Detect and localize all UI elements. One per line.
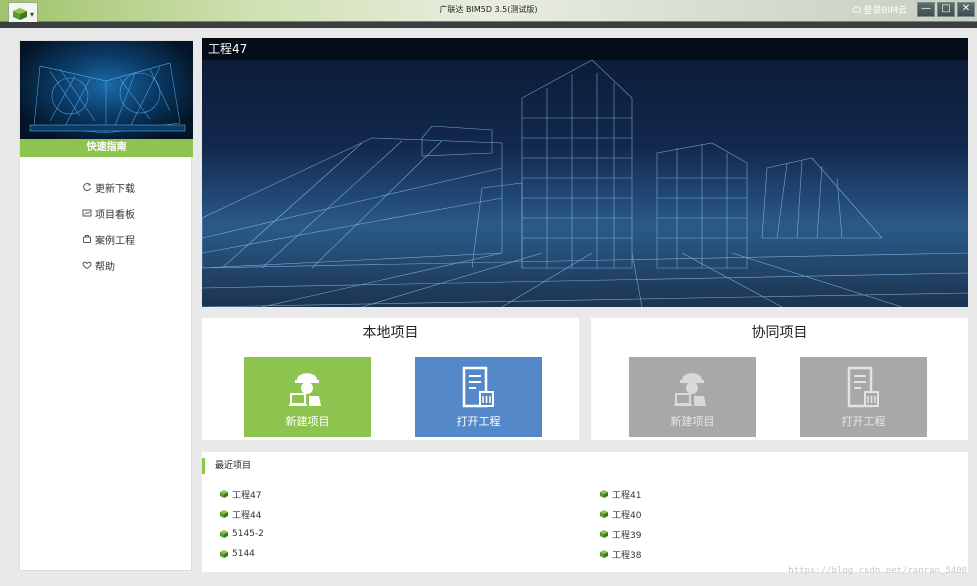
recent-project-name: 工程40 [612,510,642,521]
local-open-project-button[interactable]: 打开工程 [415,357,542,437]
project-cube-icon [220,510,228,518]
recent-project-name: 工程47 [232,490,262,501]
sidebar-menu: 更新下载 项目看板 案例工程 帮助 [82,174,135,278]
recent-project-name: 5144 [232,549,255,559]
maximize-button[interactable]: □ [937,2,955,17]
local-projects-title: 本地项目 [362,325,419,341]
recent-project-item[interactable]: 5144 [220,544,264,564]
quick-guide-label[interactable]: 快速指南 [20,139,193,157]
recent-project-item[interactable]: 工程44 [220,504,264,524]
app-title: 广联达 BIM5D 3.5(测试版) [439,5,538,14]
recent-projects-panel: 最近项目 工程47 工程44 5145-2 5144 工程41 工程40 工程3… [202,452,968,572]
toolbar-strip [0,22,977,28]
help-icon [82,261,92,270]
recent-project-name: 工程44 [232,510,262,521]
local-projects-panel: 本地项目 新建项目 打开工程 [202,318,579,440]
watermark: https://blog.csdn.net/ranran_5400 [788,566,967,576]
worker-icon [289,373,321,406]
document-building-icon [847,366,879,408]
sidebar: 快速指南 更新下载 项目看板 案例工程 帮助 [19,40,193,571]
sidebar-item-label: 更新下载 [95,183,135,195]
recent-list-left: 工程47 工程44 5145-2 5144 [220,484,264,564]
recent-project-item[interactable]: 工程39 [600,524,641,544]
sidebar-item-update-download[interactable]: 更新下载 [82,174,135,200]
tile-label: 新建项目 [670,415,715,428]
sidebar-item-case-project[interactable]: 案例工程 [82,226,135,252]
project-cube-icon [600,550,608,558]
collab-new-project-button[interactable]: 新建项目 [629,357,756,437]
quick-guide-image[interactable] [20,41,193,139]
minimize-button[interactable]: — [917,2,935,17]
sidebar-item-label: 帮助 [95,261,115,273]
case-icon [83,235,91,243]
collab-projects-title: 协同项目 [751,325,808,341]
collab-open-project-button[interactable]: 打开工程 [800,357,927,437]
recent-list-right: 工程41 工程40 工程39 工程38 [600,484,641,564]
collab-projects-panel: 协同项目 新建项目 打开工程 [591,318,968,440]
recent-project-name: 5145-2 [232,529,264,539]
login-label: 登录BIM云 [863,6,907,16]
project-cube-icon [600,490,608,498]
recent-project-item[interactable]: 工程38 [600,544,641,564]
recent-project-item[interactable]: 工程47 [220,484,264,504]
login-button[interactable]: 登录BIM云 [852,3,907,16]
project-cube-icon [600,530,608,538]
document-building-icon [462,366,494,408]
recent-project-item[interactable]: 5145-2 [220,524,264,544]
dashboard-icon [82,209,92,217]
sidebar-item-label: 案例工程 [95,235,135,247]
project-cube-icon [600,510,608,518]
close-button[interactable]: ✕ [957,2,975,17]
sidebar-item-label: 项目看板 [95,209,135,221]
tile-label: 打开工程 [456,415,501,428]
recent-project-name: 工程41 [612,490,642,501]
project-cube-icon [220,550,228,558]
recent-project-name: 工程39 [612,530,642,541]
project-cube-icon [220,490,228,498]
local-new-project-button[interactable]: 新建项目 [244,357,371,437]
recent-projects-title: 最近项目 [202,458,251,474]
refresh-icon [83,183,91,192]
title-bar: ▾ 广联达 BIM5D 3.5(测试版) 登录BIM云 — □ ✕ [0,0,977,26]
project-cube-icon [220,530,228,538]
project-banner: 工程47 [202,38,968,307]
banner-project-title: 工程47 [202,38,968,60]
tile-label: 打开工程 [841,415,886,428]
cloud-icon [852,6,862,13]
recent-project-name: 工程38 [612,550,642,561]
sidebar-item-help[interactable]: 帮助 [82,252,135,278]
building-wireframe-image [202,59,968,307]
recent-project-item[interactable]: 工程40 [600,504,641,524]
worker-icon [674,373,706,406]
sidebar-item-project-board[interactable]: 项目看板 [82,200,135,226]
recent-project-item[interactable]: 工程41 [600,484,641,504]
tile-label: 新建项目 [285,415,330,428]
